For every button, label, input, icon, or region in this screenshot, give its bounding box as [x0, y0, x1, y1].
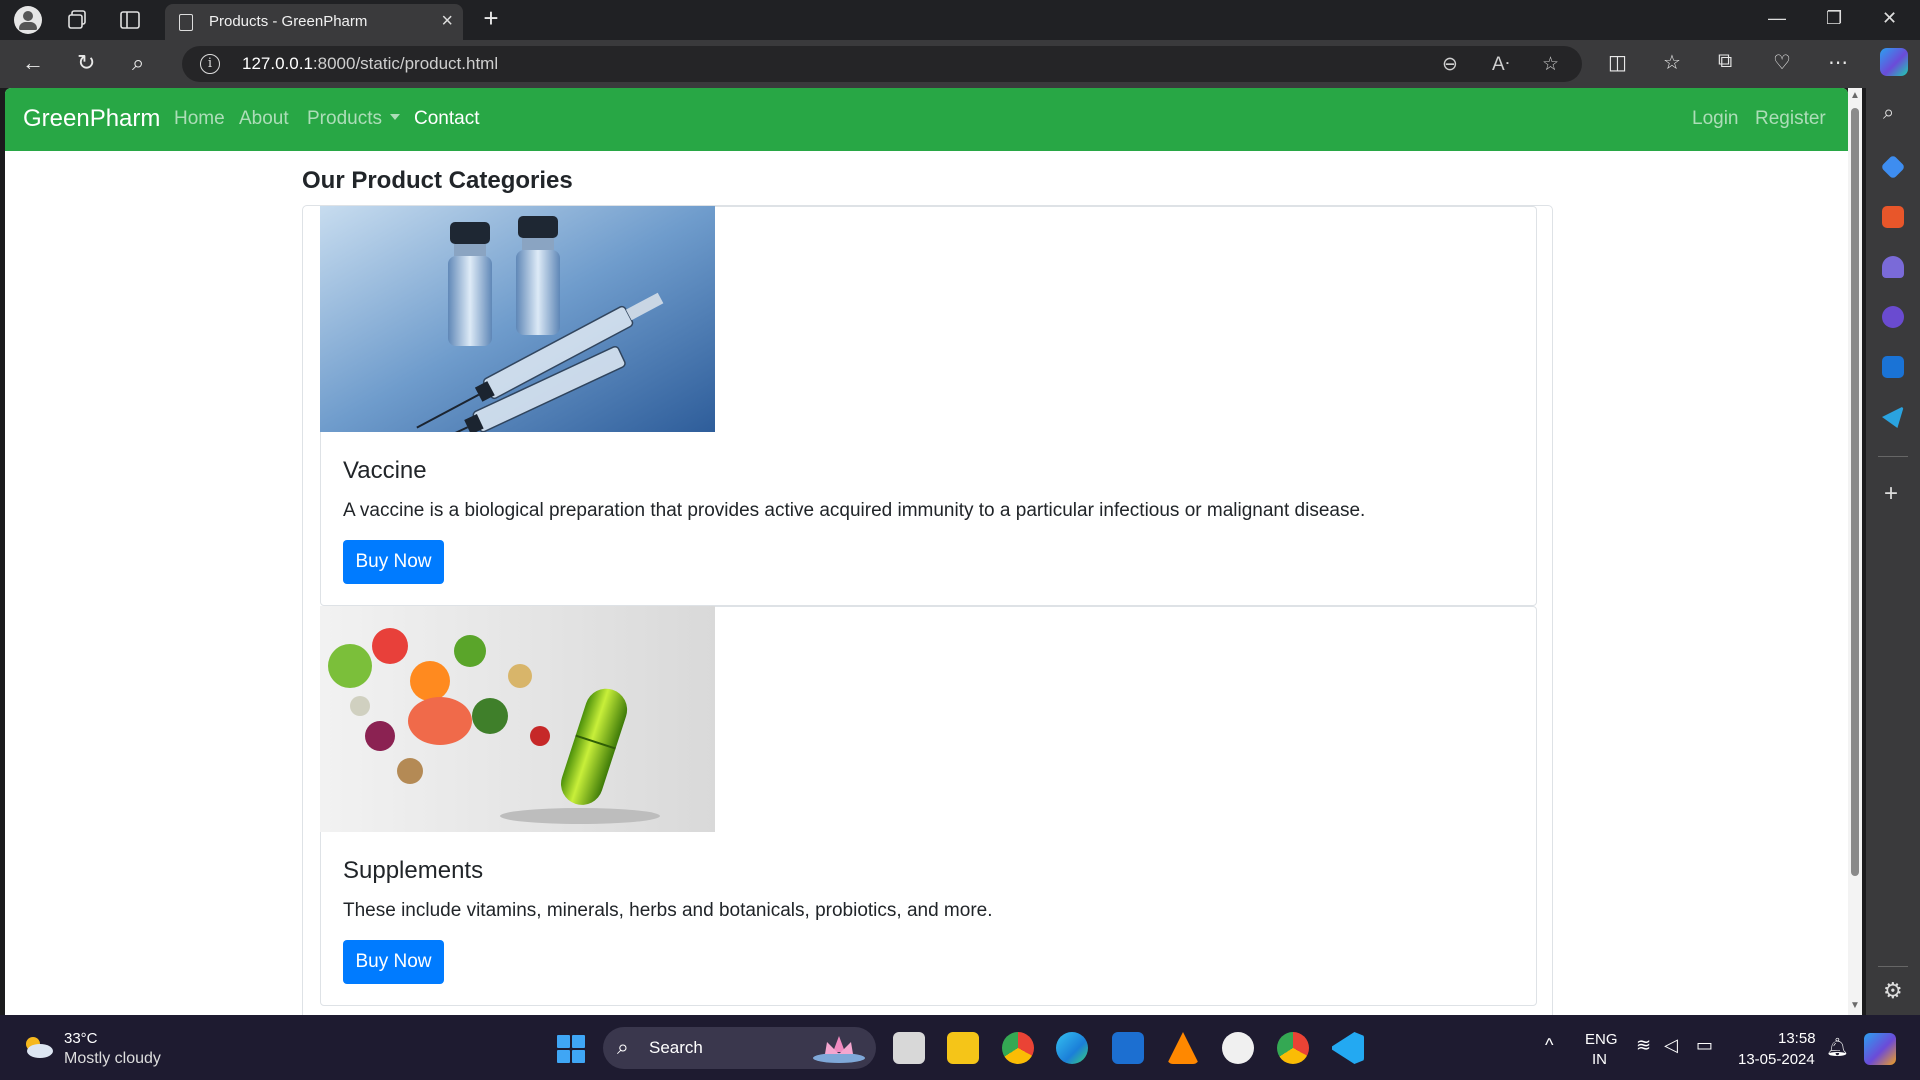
page-viewport: GreenPharm Home About Products Contact L… [5, 88, 1848, 1015]
vlc-icon[interactable] [1167, 1032, 1199, 1064]
split-screen-icon[interactable]: ◫ [1608, 50, 1627, 75]
copilot-icon[interactable] [1880, 48, 1908, 76]
task-view-icon[interactable] [893, 1032, 925, 1064]
product-name: Vaccine [343, 457, 427, 484]
scroll-down-icon[interactable]: ▼ [1850, 1000, 1860, 1011]
search-icon: ⌕ [617, 1036, 629, 1059]
product-description: A vaccine is a biological preparation th… [343, 500, 1366, 521]
sidebar-divider [1878, 966, 1908, 967]
chevron-down-icon [389, 114, 400, 120]
product-card-supplements: Supplements These include vitamins, mine… [320, 606, 1537, 1006]
active-tab[interactable]: Products - GreenPharm × [165, 4, 463, 40]
browser-sidebar: ⌕ + ⚙ [1866, 88, 1920, 1015]
nav-products-dropdown[interactable]: Products [307, 108, 400, 130]
buy-now-button-vaccine[interactable]: Buy Now [343, 540, 444, 584]
vscode-icon[interactable] [1332, 1032, 1364, 1064]
site-info-icon[interactable]: i [200, 54, 220, 74]
product-image-supplements [320, 606, 715, 832]
product-list: Vaccine A vaccine is a biological prepar… [302, 205, 1553, 1015]
nav-register[interactable]: Register [1755, 108, 1826, 130]
more-menu-icon[interactable]: ⋯ [1828, 50, 1848, 75]
chrome-profile-icon[interactable] [1277, 1032, 1309, 1064]
scroll-thumb[interactable] [1851, 108, 1859, 876]
copilot-sidebar-icon[interactable] [1882, 306, 1904, 328]
clock-time[interactable]: 13:58 [1778, 1030, 1816, 1047]
start-windows-icon[interactable] [557, 1035, 585, 1063]
window-close-icon[interactable]: ✕ [1882, 8, 1897, 29]
nav-login[interactable]: Login [1692, 108, 1739, 130]
shopping-tag-icon[interactable] [1880, 154, 1906, 180]
wifi-icon[interactable]: ≋ [1636, 1035, 1651, 1056]
show-hidden-icons[interactable]: ^ [1545, 1035, 1553, 1056]
nav-home[interactable]: Home [174, 108, 225, 130]
page-scrollbar[interactable]: ▲ ▼ [1848, 88, 1862, 1015]
favorites-icon[interactable]: ☆ [1663, 50, 1681, 75]
restore-icon[interactable]: ❐ [1826, 8, 1842, 29]
product-name: Supplements [343, 857, 484, 884]
favorite-star-icon[interactable]: ☆ [1542, 53, 1559, 76]
browser-toolbar: ← ↻ ⌕ i 127.0.0.1:8000/static/product.ht… [0, 40, 1920, 88]
site-brand[interactable]: GreenPharm [23, 105, 160, 133]
language-bottom[interactable]: IN [1592, 1051, 1607, 1068]
refresh-icon[interactable]: ↻ [77, 50, 95, 76]
nav-contact[interactable]: Contact [414, 108, 479, 130]
chrome-icon[interactable] [1002, 1032, 1034, 1064]
page-title: Our Product Categories [302, 167, 573, 194]
sidebar-search-icon[interactable]: ⌕ [1883, 102, 1894, 125]
search-label: Search [649, 1038, 703, 1057]
notification-bell-icon[interactable]: 🔔︎ [1826, 1037, 1849, 1058]
add-icon[interactable]: + [1884, 480, 1898, 508]
site-navbar: GreenPharm Home About Products Contact L… [5, 88, 1848, 151]
close-tab-icon[interactable]: × [441, 10, 453, 33]
send-icon[interactable] [1882, 406, 1904, 428]
workspaces-icon[interactable] [64, 7, 90, 33]
search-icon[interactable]: ⌕ [132, 50, 144, 76]
lotus-icon [813, 1036, 865, 1063]
collections-icon[interactable]: ⧉ [1718, 50, 1732, 73]
product-card-vaccine: Vaccine A vaccine is a biological prepar… [320, 206, 1537, 606]
read-aloud-icon[interactable]: Aᐧ [1492, 53, 1510, 76]
nav-about[interactable]: About [239, 108, 289, 130]
games-icon[interactable] [1882, 256, 1904, 278]
browser-essentials-icon[interactable]: ♡ [1773, 50, 1791, 75]
new-tab-icon[interactable]: + [478, 3, 504, 33]
weather-temperature[interactable]: 33°C [64, 1030, 98, 1047]
settings-gear-icon[interactable]: ⚙ [1883, 978, 1903, 1004]
edge-icon[interactable] [1056, 1032, 1088, 1064]
page-document-icon [179, 14, 193, 31]
profile-avatar-icon[interactable] [14, 6, 42, 34]
scroll-up-icon[interactable]: ▲ [1850, 90, 1860, 101]
buy-now-button-supplements[interactable]: Buy Now [343, 940, 444, 984]
product-image-vaccine [320, 206, 715, 432]
taskbar: 33°C Mostly cloudy ⌕ Search ^ ENG IN ≋ ◁… [0, 1015, 1920, 1080]
address-bar[interactable]: i 127.0.0.1:8000/static/product.html ⊖ A… [182, 46, 1582, 82]
browser-tab-bar: Products - GreenPharm × + — ❐ ✕ [0, 0, 1920, 40]
file-explorer-icon[interactable] [947, 1032, 979, 1064]
vertical-tabs-icon[interactable] [117, 7, 143, 33]
clock-date[interactable]: 13-05-2024 [1738, 1051, 1815, 1068]
sidebar-divider [1878, 456, 1908, 457]
url-text[interactable]: 127.0.0.1:8000/static/product.html [242, 54, 498, 74]
volume-icon[interactable]: ◁ [1664, 1035, 1678, 1056]
tools-briefcase-icon[interactable] [1882, 206, 1904, 228]
back-arrow-icon[interactable]: ← [22, 50, 44, 76]
minimize-icon[interactable]: — [1768, 8, 1786, 29]
product-description: These include vitamins, minerals, herbs … [343, 900, 993, 921]
language-top[interactable]: ENG [1585, 1031, 1618, 1048]
microsoft-store-icon[interactable] [1112, 1032, 1144, 1064]
tab-title: Products - GreenPharm [209, 13, 368, 30]
github-icon[interactable] [1222, 1032, 1254, 1064]
weather-description[interactable]: Mostly cloudy [64, 1050, 161, 1068]
copilot-taskbar-icon[interactable] [1864, 1033, 1896, 1065]
weather-cloud-icon[interactable] [22, 1035, 54, 1059]
zoom-out-icon[interactable]: ⊖ [1442, 53, 1458, 76]
battery-icon[interactable]: ▭ [1696, 1035, 1713, 1056]
taskbar-search[interactable]: ⌕ Search [603, 1027, 876, 1069]
outlook-icon[interactable] [1882, 356, 1904, 378]
